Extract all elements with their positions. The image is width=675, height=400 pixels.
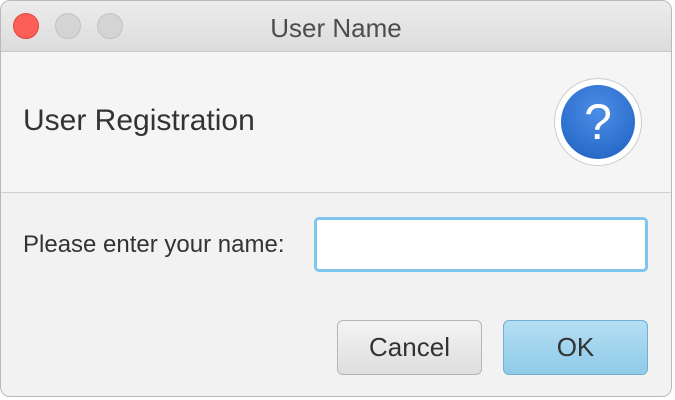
header-title: User Registration [23, 104, 255, 137]
dialog-window: User Name User Registration ? Please ent… [0, 0, 672, 397]
ok-button[interactable]: OK [503, 320, 648, 375]
question-mark-glyph: ? [561, 85, 635, 159]
dialog-header: User Registration ? [1, 52, 671, 193]
window-title: User Name [270, 13, 402, 43]
name-prompt-label: Please enter your name: [23, 231, 285, 258]
name-input[interactable] [314, 217, 648, 272]
title-bar[interactable]: User Name [1, 1, 671, 52]
cancel-button[interactable]: Cancel [337, 320, 482, 375]
question-mark-icon: ? [554, 78, 642, 166]
dialog-content: Please enter your name: Cancel OK [1, 193, 671, 396]
